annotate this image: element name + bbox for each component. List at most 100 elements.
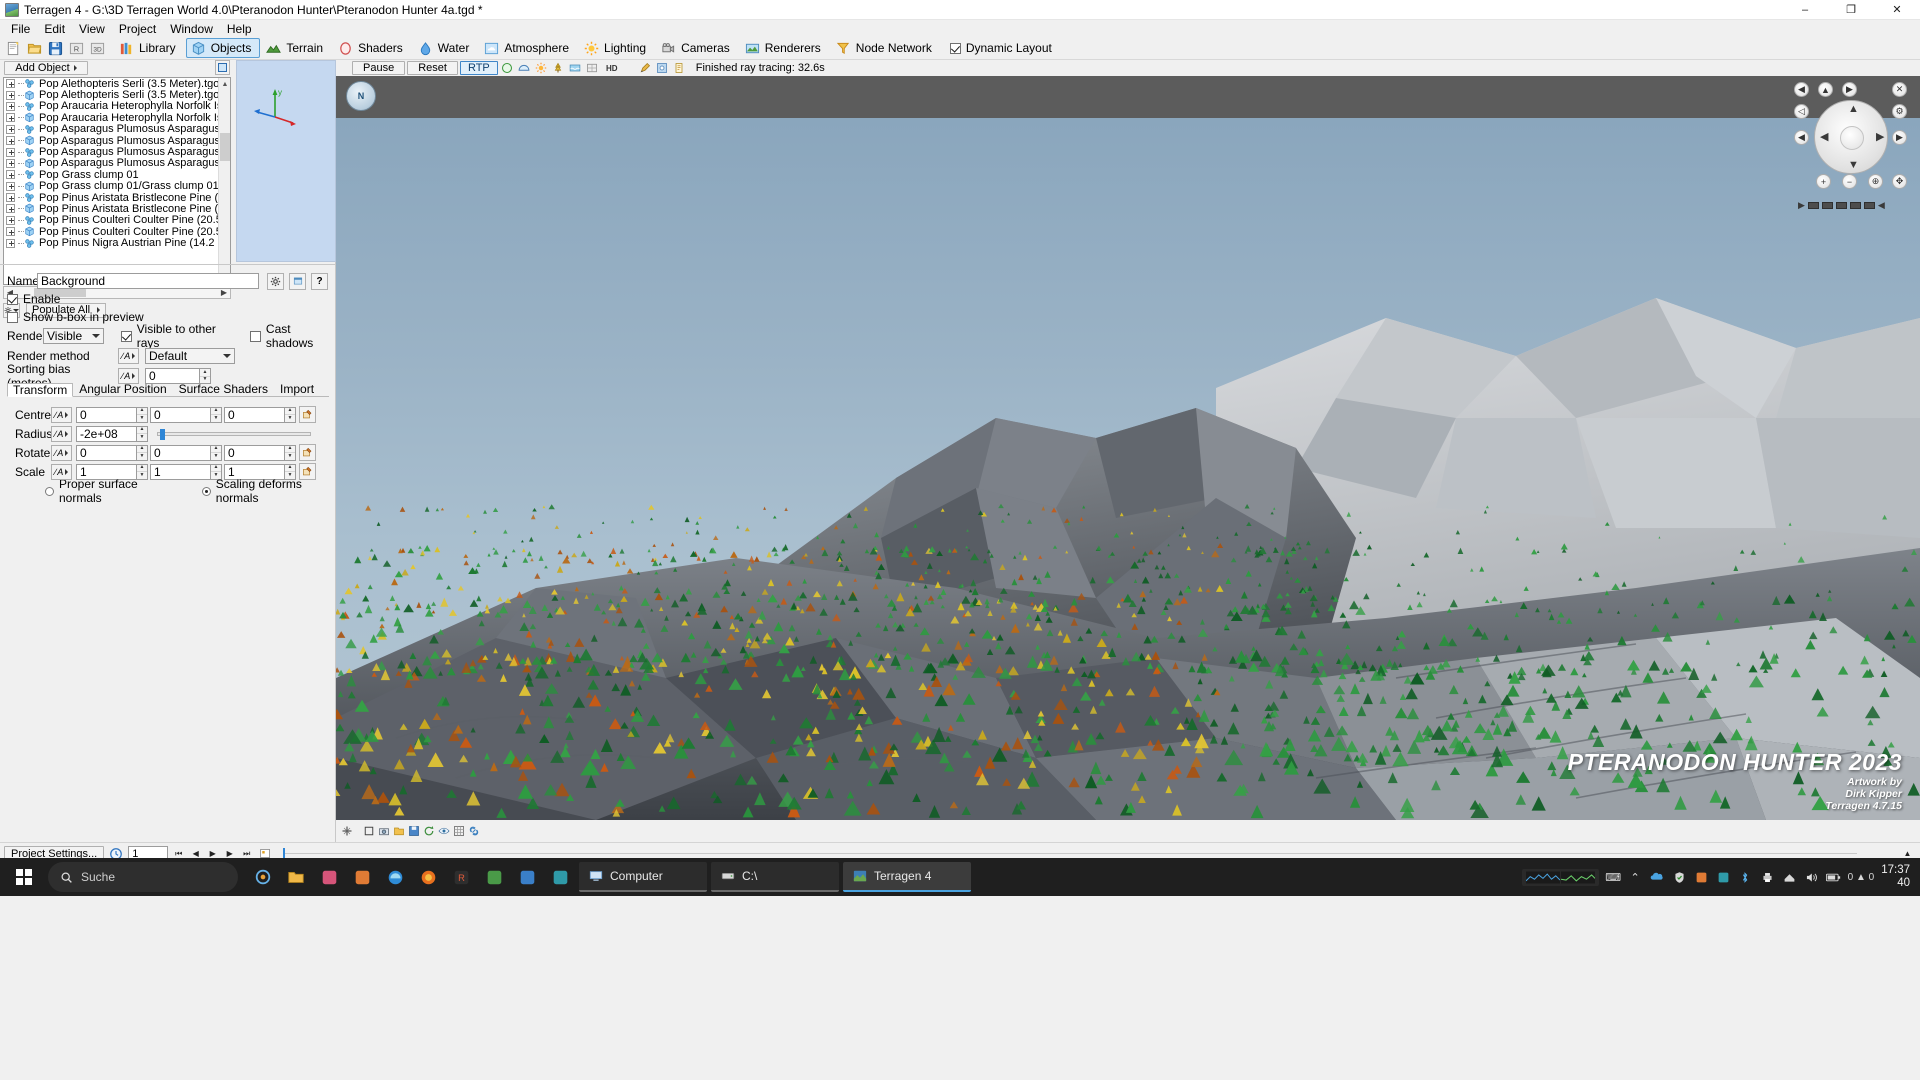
tab-terrain[interactable]: Terrain xyxy=(261,38,332,58)
rotate-function-button[interactable]: ∕ A xyxy=(51,444,72,461)
nav-segment-bar[interactable]: ▶ ◀ xyxy=(1798,200,1885,211)
dynamic-layout-checkbox[interactable] xyxy=(949,42,961,54)
taskbar-search[interactable]: Suche xyxy=(48,862,238,892)
menu-edit[interactable]: Edit xyxy=(37,21,72,37)
tree-item[interactable]: Pop Pinus Coulteri Coulter Pine (20.5 Me… xyxy=(4,215,218,226)
name-input[interactable]: Background xyxy=(37,273,259,289)
3d-axis-preview[interactable]: y xyxy=(236,60,336,262)
rotate-y-stepper[interactable]: ▲ ▼ xyxy=(211,444,222,461)
expand-plus-icon[interactable] xyxy=(6,215,15,225)
scroll-up-arrow-icon[interactable]: ▲ xyxy=(219,78,230,90)
sphere-green-icon[interactable] xyxy=(500,61,515,75)
tree-item[interactable]: Pop Grass clump 01/Grass clump 01 xyxy=(4,181,218,192)
tab-water[interactable]: Water xyxy=(413,38,479,58)
nav-roll-right-icon[interactable]: ▶ xyxy=(1892,130,1907,145)
expand-plus-icon[interactable] xyxy=(6,113,15,123)
menu-view[interactable]: View xyxy=(72,21,112,37)
nav-arrow-left-icon[interactable]: ◀ xyxy=(1820,132,1828,143)
tab-cameras[interactable]: Cameras xyxy=(656,38,739,58)
tree-item[interactable]: Pop Pinus Aristata Bristlecone Pine (11.… xyxy=(4,192,218,203)
nav-fit-icon[interactable]: ⊕ xyxy=(1868,174,1883,189)
eye-icon[interactable] xyxy=(437,824,451,838)
tab-transform[interactable]: Transform xyxy=(7,383,74,397)
name-copy-button[interactable] xyxy=(289,272,306,290)
scale-function-button[interactable]: ∕ A xyxy=(51,463,72,480)
3d-preview-icon[interactable]: 3D xyxy=(87,38,107,58)
rotate-x-input[interactable]: 0 xyxy=(76,444,137,461)
expand-plus-icon[interactable] xyxy=(6,147,15,157)
expand-plus-icon[interactable] xyxy=(6,79,15,89)
printer-icon[interactable] xyxy=(1760,870,1775,885)
start-button[interactable] xyxy=(0,858,48,896)
tree-item[interactable]: Pop Asparagus Plumosus Asparagus Fern (0… xyxy=(4,124,218,135)
centre-function-button[interactable]: ∕ A xyxy=(51,406,72,423)
scaling-deforms-normals-radio[interactable] xyxy=(201,486,211,496)
nav-seg[interactable] xyxy=(1821,202,1833,209)
rotate-pick-button[interactable] xyxy=(299,444,316,461)
radius-input[interactable]: -2e+08 xyxy=(76,425,137,442)
radius-slider-thumb[interactable] xyxy=(160,428,165,440)
radius-slider[interactable] xyxy=(157,428,311,440)
tree-item[interactable]: Pop Alethopteris Serli (3.5 Meter).tgo xyxy=(4,78,218,89)
nav-zoom-in-icon[interactable]: + xyxy=(1816,174,1831,189)
explorer-icon[interactable] xyxy=(281,860,311,894)
add-object-button[interactable]: Add Object xyxy=(4,61,88,75)
navigation-gizmo[interactable]: ◀ ▲ ▶ ✕ ◁ ⚙ ▲ ◀ ▶ ▼ ◀ ▶ + − ⊕ ✥ ▶ ◀ xyxy=(1792,82,1912,212)
wireframe-icon[interactable] xyxy=(585,61,600,75)
enable-checkbox[interactable] xyxy=(7,293,18,305)
tree-item[interactable]: Pop Araucaria Heterophylla Norfolk Islan… xyxy=(4,101,218,112)
nav-seg[interactable] xyxy=(1835,202,1847,209)
tab-angular-position[interactable]: Angular Position xyxy=(73,382,172,396)
app-cyan-icon[interactable] xyxy=(1716,870,1731,885)
app-teal-icon[interactable] xyxy=(545,860,575,894)
menu-window[interactable]: Window xyxy=(163,21,220,37)
proper-surface-normals-option[interactable]: Proper surface normals xyxy=(45,477,166,505)
expand-plus-icon[interactable] xyxy=(6,124,15,134)
new-document-icon[interactable] xyxy=(3,38,23,58)
picker-icon[interactable] xyxy=(655,61,670,75)
nav-pan-left-icon[interactable]: ◀ xyxy=(1794,82,1809,97)
compass-widget[interactable]: N xyxy=(346,81,376,111)
tab-renderers[interactable]: Renderers xyxy=(740,38,830,58)
nav-seg[interactable] xyxy=(1863,202,1875,209)
brush-icon[interactable] xyxy=(638,61,653,75)
expand-plus-icon[interactable] xyxy=(6,227,15,237)
grid-icon[interactable] xyxy=(452,824,466,838)
tab-lighting[interactable]: Lighting xyxy=(579,38,655,58)
nav-rotate-left-icon[interactable]: ◁ xyxy=(1794,104,1809,119)
nav-settings-icon[interactable]: ⚙ xyxy=(1892,104,1907,119)
tree-item[interactable]: Pop Pinus Nigra Austrian Pine (14.2 Mete… xyxy=(4,237,218,249)
nav-seg[interactable] xyxy=(1807,202,1819,209)
link-icon[interactable] xyxy=(467,824,481,838)
scaling-deforms-normals-option[interactable]: Scaling deforms normals xyxy=(201,477,329,505)
menu-help[interactable]: Help xyxy=(220,21,259,37)
sun-orange-icon[interactable] xyxy=(534,61,549,75)
tree-item[interactable]: Pop Pinus Aristata Bristlecone Pine (11.… xyxy=(4,203,218,215)
refresh-icon[interactable] xyxy=(422,824,436,838)
object-tree[interactable]: Pop Alethopteris Serli (3.5 Meter).tgo Po… xyxy=(3,77,231,285)
battery-icon[interactable] xyxy=(1825,870,1841,885)
nav-roll-left-icon[interactable]: ◀ xyxy=(1794,130,1809,145)
app-blue-icon[interactable] xyxy=(512,860,542,894)
hd-icon[interactable]: HD xyxy=(602,61,622,75)
atmosphere-blue-icon[interactable] xyxy=(517,61,532,75)
nav-pan-right-icon[interactable]: ▶ xyxy=(1842,82,1857,97)
app-orange-icon[interactable] xyxy=(1694,870,1709,885)
up-arrow-icon[interactable]: ⌃ xyxy=(1628,870,1643,885)
centre-z-stepper[interactable]: ▲ ▼ xyxy=(285,406,296,423)
render-method-select[interactable]: Default xyxy=(145,348,235,364)
menu-file[interactable]: File xyxy=(4,21,37,37)
bluetooth-icon[interactable] xyxy=(1738,870,1753,885)
object-tree-scrollbar[interactable]: ▲ ▼ xyxy=(218,78,230,284)
water-icon[interactable] xyxy=(568,61,583,75)
name-settings-button[interactable] xyxy=(267,272,284,290)
tab-library[interactable]: Library xyxy=(114,38,185,58)
keyboard-icon[interactable]: ⌨ xyxy=(1605,870,1621,885)
visible-other-rays-row[interactable]: Visible to other rays xyxy=(120,322,235,350)
tree-item[interactable]: Pop Asparagus Plumosus Asparagus Fern (0… xyxy=(4,146,218,158)
store-icon[interactable] xyxy=(347,860,377,894)
tab-shaders[interactable]: Shaders xyxy=(333,38,412,58)
nav-center-handle[interactable] xyxy=(1840,126,1864,150)
proper-surface-normals-radio[interactable] xyxy=(45,486,54,496)
tree-item[interactable]: Pop Pinus Coulteri Coulter Pine (20.5 Me… xyxy=(4,226,218,237)
